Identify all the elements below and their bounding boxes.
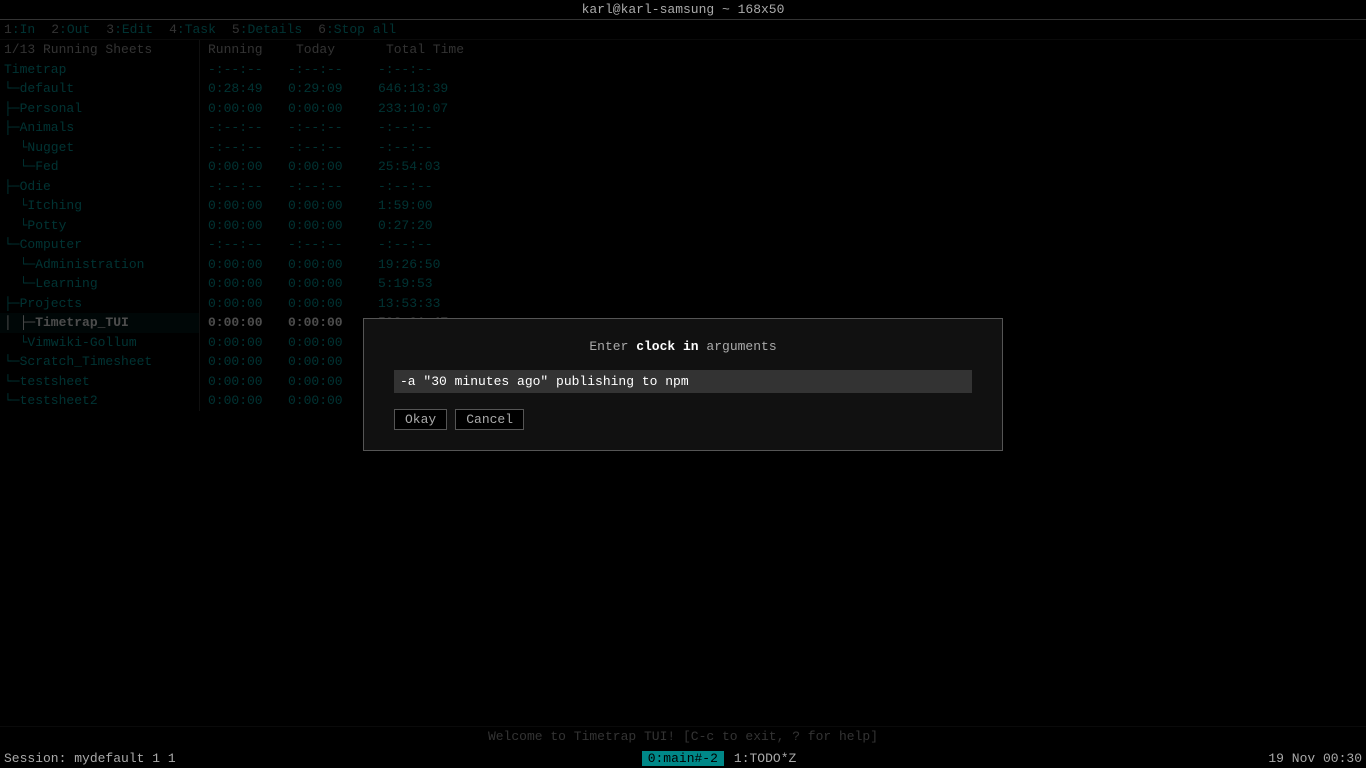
tmux-tab-main[interactable]: 0:main#-2: [642, 751, 724, 766]
modal-title-bold: clock in: [636, 339, 698, 354]
tmux-datetime: 19 Nov 00:30: [1268, 751, 1362, 766]
modal-box: Enter clock in arguments Okay Cancel: [363, 318, 1003, 451]
modal-overlay: Enter clock in arguments Okay Cancel: [0, 22, 1366, 746]
modal-buttons: Okay Cancel: [394, 409, 972, 430]
clock-in-arguments-input[interactable]: [400, 374, 938, 389]
title-text: karl@karl-samsung ~ 168x50: [582, 2, 785, 17]
tmux-tabs: 0:main#-2 1:TODO*Z: [642, 751, 803, 766]
modal-input-container[interactable]: [394, 370, 972, 393]
cancel-button[interactable]: Cancel: [455, 409, 524, 430]
tmux-session: Session: mydefault 1 1: [4, 751, 176, 766]
okay-button[interactable]: Okay: [394, 409, 447, 430]
modal-title-suffix: arguments: [699, 339, 777, 354]
modal-title: Enter clock in arguments: [394, 339, 972, 354]
tmux-bar: Session: mydefault 1 1 0:main#-2 1:TODO*…: [0, 749, 1366, 768]
tmux-tab-todo[interactable]: 1:TODO*Z: [728, 751, 802, 766]
modal-title-prefix: Enter: [589, 339, 636, 354]
title-bar: karl@karl-samsung ~ 168x50: [0, 0, 1366, 20]
